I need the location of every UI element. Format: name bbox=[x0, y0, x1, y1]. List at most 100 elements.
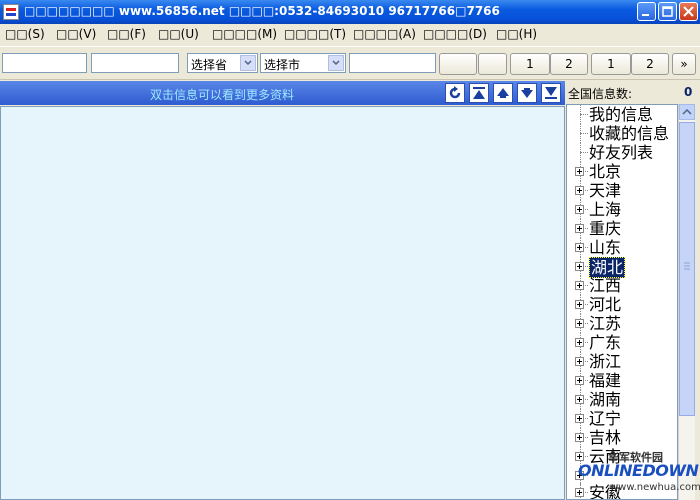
tree-item-label: 江西 bbox=[589, 276, 622, 295]
expand-icon[interactable] bbox=[575, 319, 584, 328]
toolbar-button-b[interactable] bbox=[478, 53, 507, 75]
tree-item-my-info[interactable]: 我的信息 bbox=[567, 105, 677, 124]
menu-item-help[interactable]: □□(H) bbox=[496, 27, 537, 41]
first-icon bbox=[473, 87, 485, 99]
tree-item-label: 湖北 bbox=[589, 257, 626, 278]
tree-item-label: 重庆 bbox=[589, 219, 622, 238]
first-button[interactable] bbox=[469, 83, 489, 103]
app-icon[interactable] bbox=[3, 4, 19, 20]
menu-item-a[interactable]: □□□□(A) bbox=[353, 27, 416, 41]
expand-icon[interactable] bbox=[575, 357, 584, 366]
tree-item-label: 上海 bbox=[589, 200, 622, 219]
expand-icon[interactable] bbox=[575, 395, 584, 404]
tree-scrollbar[interactable] bbox=[678, 104, 695, 500]
tree-item-label: 山东 bbox=[589, 238, 622, 257]
info-count-bar: 全国信息数: 0 bbox=[566, 81, 700, 105]
page-button-1[interactable]: 1 bbox=[510, 53, 550, 75]
expand-icon[interactable] bbox=[575, 205, 584, 214]
info-list[interactable] bbox=[0, 106, 565, 500]
expand-icon[interactable] bbox=[575, 300, 584, 309]
previous-button[interactable] bbox=[493, 83, 513, 103]
search-input[interactable] bbox=[349, 53, 436, 73]
tree-item-label: 湖南 bbox=[589, 390, 622, 409]
tree-item-label: 我的信息 bbox=[589, 105, 654, 124]
menu-item-d[interactable]: □□□□(D) bbox=[423, 27, 487, 41]
chevron-down-icon[interactable] bbox=[328, 55, 344, 71]
last-button[interactable] bbox=[541, 83, 561, 103]
minimize-button[interactable] bbox=[637, 2, 656, 21]
scroll-thumb[interactable] bbox=[679, 122, 695, 416]
expand-icon[interactable] bbox=[575, 376, 584, 385]
tree-item-region[interactable]: 江苏 bbox=[567, 314, 677, 333]
toolbar-button-a[interactable] bbox=[439, 53, 477, 75]
tree-item-label: 江苏 bbox=[589, 314, 622, 333]
tree-item-label: 河北 bbox=[589, 295, 622, 314]
menu-item-tools[interactable]: □□□□(T) bbox=[284, 27, 346, 41]
tree-item-region[interactable]: 天津 bbox=[567, 181, 677, 200]
tree-item-friends[interactable]: 好友列表 bbox=[567, 143, 677, 162]
expand-icon[interactable] bbox=[575, 243, 584, 252]
expand-icon[interactable] bbox=[575, 224, 584, 233]
tree-item-region[interactable]: 江西 bbox=[567, 276, 677, 295]
expand-icon[interactable] bbox=[575, 186, 584, 195]
list-header: 双击信息可以看到更多资料 bbox=[0, 81, 565, 105]
refresh-icon bbox=[449, 86, 461, 99]
tree-item-region[interactable]: 河北 bbox=[567, 295, 677, 314]
tree-item-region-selected[interactable]: 湖北 bbox=[567, 257, 677, 278]
tree-item-region[interactable]: 福建 bbox=[567, 371, 677, 390]
scroll-up-icon bbox=[682, 108, 692, 115]
expand-icon[interactable] bbox=[575, 262, 584, 271]
menu-item-system[interactable]: □□(S) bbox=[5, 27, 45, 41]
refresh-button[interactable] bbox=[445, 83, 465, 103]
list-hint: 双击信息可以看到更多资料 bbox=[150, 88, 295, 102]
title-bar: □□□□□□□□ www.56856.net □□□□:0532-8469301… bbox=[0, 0, 700, 24]
chevron-down-icon[interactable] bbox=[240, 55, 256, 71]
tree-item-region[interactable]: 吉林 bbox=[567, 428, 677, 447]
menu-item-view[interactable]: □□(V) bbox=[56, 27, 96, 41]
expand-icon[interactable] bbox=[575, 338, 584, 347]
next-button[interactable] bbox=[517, 83, 537, 103]
toolbar-input-2[interactable] bbox=[91, 53, 179, 73]
expand-icon[interactable] bbox=[575, 414, 584, 423]
arrow-up-icon bbox=[497, 88, 509, 98]
expand-icon[interactable] bbox=[575, 167, 584, 176]
last-icon bbox=[545, 87, 557, 99]
menu-item-file[interactable]: □□(F) bbox=[107, 27, 146, 41]
toolbar-input-1[interactable] bbox=[2, 53, 87, 73]
city-select-value: 选择市 bbox=[264, 58, 301, 72]
minimize-icon bbox=[642, 14, 649, 16]
province-select[interactable]: 选择省 bbox=[187, 53, 258, 73]
tree-item-region[interactable]: 山东 bbox=[567, 238, 677, 257]
close-button[interactable] bbox=[679, 2, 698, 21]
tree-item-label: 好友列表 bbox=[589, 143, 654, 162]
page-button-4[interactable]: 2 bbox=[631, 53, 669, 75]
province-select-value: 选择省 bbox=[191, 58, 228, 72]
tree-item-region[interactable]: 辽宁 bbox=[567, 409, 677, 428]
window-title: □□□□□□□□ www.56856.net □□□□:0532-8469301… bbox=[24, 4, 500, 18]
tree-item-favorites[interactable]: 收藏的信息 bbox=[567, 124, 677, 143]
maximize-button[interactable] bbox=[658, 2, 677, 21]
menu-item-manage[interactable]: □□□□(M) bbox=[212, 27, 277, 41]
scroll-up-button[interactable] bbox=[679, 104, 695, 120]
tree-item-region[interactable]: 重庆 bbox=[567, 219, 677, 238]
tree-item-label: 浙江 bbox=[589, 352, 622, 371]
tree-item-region[interactable]: 浙江 bbox=[567, 352, 677, 371]
more-button[interactable]: » bbox=[672, 53, 696, 75]
tree-item-label: 吉林 bbox=[589, 428, 622, 447]
tree-item-region[interactable]: 湖南 bbox=[567, 390, 677, 409]
tree-item-label: 辽宁 bbox=[589, 409, 622, 428]
watermark-logo: ONLINEDOWN bbox=[578, 461, 699, 480]
tree-item-region[interactable]: 北京 bbox=[567, 162, 677, 181]
tree-item-region[interactable]: 上海 bbox=[567, 200, 677, 219]
expand-icon[interactable] bbox=[575, 433, 584, 442]
close-icon bbox=[683, 6, 694, 17]
expand-icon[interactable] bbox=[575, 281, 584, 290]
tree-item-label: 收藏的信息 bbox=[589, 124, 670, 143]
region-tree[interactable]: 我的信息 收藏的信息 好友列表 北京 天津 上海 重庆 山东 湖北 江西 河北 … bbox=[566, 104, 678, 500]
toolbar: 选择省 选择市 1 2 1 2 » bbox=[0, 47, 700, 80]
page-button-3[interactable]: 1 bbox=[591, 53, 631, 75]
menu-item-user[interactable]: □□(U) bbox=[158, 27, 199, 41]
page-button-2[interactable]: 2 bbox=[550, 53, 588, 75]
city-select[interactable]: 选择市 bbox=[260, 53, 346, 73]
tree-item-region[interactable]: 广东 bbox=[567, 333, 677, 352]
